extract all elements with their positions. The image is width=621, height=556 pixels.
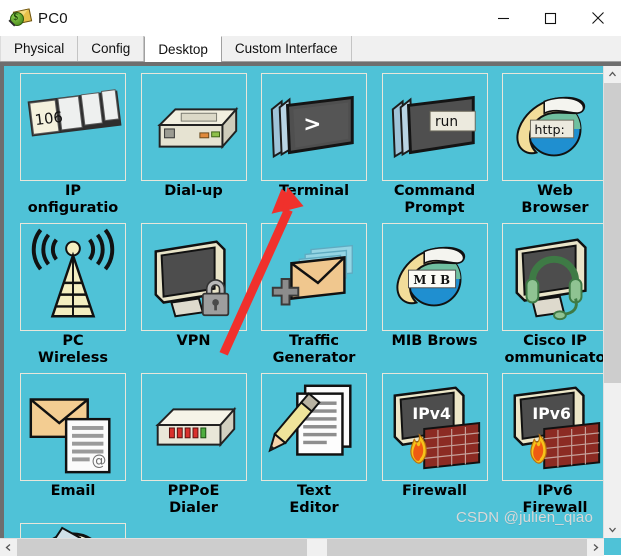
title-bar: PC0 — [0, 0, 621, 36]
tab-physical[interactable]: Physical — [0, 36, 79, 61]
scroll-right-arrow[interactable] — [587, 539, 604, 556]
traffic-generator-icon — [261, 223, 367, 331]
close-button[interactable] — [574, 0, 621, 36]
desktop-item-ipv6-firewall[interactable]: IPv6 IPv6 Firewall — [495, 370, 603, 520]
desktop-item-label: Firewall — [402, 483, 467, 499]
minimize-icon — [498, 17, 509, 19]
command-prompt-badge: run — [435, 114, 458, 130]
desktop-icon-grid: 106 IP onfiguratio Dial-up > Terminal ru… — [4, 66, 603, 538]
email-icon: @ — [20, 373, 126, 481]
ipv6-firewall-version-badge: IPv6 — [532, 404, 571, 423]
desktop-item-label: Web Browser — [521, 183, 589, 216]
cisco-ip-communicator-icon — [502, 223, 603, 331]
scroll-down-arrow[interactable] — [604, 521, 621, 538]
desktop-item-dial-up[interactable]: Dial-up — [134, 70, 254, 220]
vpn-icon — [140, 223, 247, 331]
desktop-item-label: PC Wireless — [37, 333, 108, 366]
command-prompt-icon: run — [381, 73, 488, 181]
desktop-item-web-browser[interactable]: http: Web Browser — [495, 70, 603, 220]
horizontal-scrollbar[interactable] — [0, 538, 604, 556]
desktop-item-cisco-ip-communicator[interactable]: Cisco IP ommunicato — [495, 220, 603, 370]
desktop-item-vpn[interactable]: VPN — [134, 220, 254, 370]
desktop-item-ip-configuration[interactable]: 106 IP onfiguratio — [13, 70, 133, 220]
desktop-item-label: PPPoE Dialer — [167, 483, 220, 516]
horizontal-scroll-thumb-right[interactable] — [327, 539, 587, 556]
desktop-item-label: Traffic Generator — [272, 333, 356, 366]
pppoe-dialer-icon — [140, 373, 247, 481]
pc-wireless-icon — [20, 223, 126, 331]
desktop-item-label: VPN — [176, 333, 211, 349]
email-at-badge: @ — [92, 452, 107, 469]
desktop-item-pppoe-dialer[interactable]: PPPoE Dialer — [134, 370, 254, 520]
firewall-version-badge: IPv4 — [412, 404, 451, 423]
web-browser-icon: http: — [502, 73, 603, 181]
tab-bar: Physical Config Desktop Custom Interface — [0, 36, 621, 62]
ip-configuration-badge: 106 — [34, 109, 64, 129]
desktop-item-label: Terminal — [278, 183, 350, 199]
desktop-item-label: Command Prompt — [393, 183, 476, 216]
maximize-button[interactable] — [527, 0, 574, 36]
ip-configuration-icon: 106 — [20, 73, 126, 181]
desktop-item-text-editor[interactable]: Text Editor — [254, 370, 374, 520]
desktop-item-label: Text Editor — [289, 483, 339, 516]
desktop-item-label: Email — [50, 483, 96, 499]
text-editor-icon — [261, 373, 367, 481]
ipv6-firewall-icon: IPv6 — [502, 373, 603, 481]
scroll-up-arrow[interactable] — [604, 66, 621, 83]
desktop-scroll-area: 106 IP onfiguratio Dial-up > Terminal ru… — [0, 62, 621, 538]
window-title: PC0 — [38, 9, 68, 27]
horizontal-scroll-track[interactable] — [17, 539, 587, 556]
tab-config-label: Config — [91, 41, 131, 56]
tab-config[interactable]: Config — [78, 36, 145, 61]
scroll-left-arrow[interactable] — [0, 539, 17, 556]
desktop-item-email[interactable]: @ Email — [13, 370, 133, 520]
desktop-item-label: IP onfiguratio — [27, 183, 119, 216]
packet-tracer-icon — [8, 7, 33, 29]
window-controls — [480, 0, 621, 36]
horizontal-scroll-thumb[interactable] — [17, 539, 307, 556]
vertical-scroll-thumb[interactable] — [604, 83, 621, 383]
web-browser-badge: http: — [534, 123, 564, 138]
desktop-icon-surface: 106 IP onfiguratio Dial-up > Terminal ru… — [4, 66, 603, 538]
tab-custom-interface-label: Custom Interface — [234, 41, 338, 56]
pc0-window: PC0 Physical Config Desktop Custom Inter… — [0, 0, 621, 556]
dial-up-icon — [140, 73, 247, 181]
desktop-item-traffic-generator[interactable]: Traffic Generator — [254, 220, 374, 370]
terminal-prompt-badge: > — [303, 112, 321, 137]
desktop-item-label: Dial-up — [164, 183, 223, 199]
firewall-icon: IPv4 — [381, 373, 488, 481]
vertical-scrollbar[interactable] — [603, 66, 621, 538]
tab-physical-label: Physical — [14, 41, 65, 56]
terminal-icon: > — [261, 73, 367, 181]
maximize-icon — [544, 12, 557, 24]
scrollbar-corner — [604, 538, 621, 555]
desktop-item-label: MIB Brows — [391, 333, 478, 349]
desktop-item-terminal[interactable]: > Terminal — [254, 70, 374, 220]
desktop-panel: 106 IP onfiguratio Dial-up > Terminal ru… — [0, 62, 621, 556]
tab-desktop[interactable]: Desktop — [144, 36, 222, 62]
mib-browser-icon: M I B — [381, 223, 488, 331]
desktop-item-label: Cisco IP ommunicato — [504, 333, 603, 366]
desktop-item-command-prompt[interactable]: run Command Prompt — [375, 70, 495, 220]
desktop-item-pc-wireless[interactable]: PC Wireless — [13, 220, 133, 370]
desktop-item-firewall[interactable]: IPv4 Firewall — [375, 370, 495, 520]
bottom-scroll-row — [0, 538, 621, 556]
watermark: CSDN @julien_qiao — [455, 509, 593, 526]
tab-custom-interface[interactable]: Custom Interface — [221, 36, 352, 61]
tab-desktop-label: Desktop — [158, 42, 208, 57]
vertical-scroll-track[interactable] — [604, 83, 621, 521]
pie-chart-icon — [20, 523, 126, 538]
minimize-button[interactable] — [480, 0, 527, 36]
mib-browser-badge: M I B — [413, 273, 450, 287]
desktop-item-mib-browser[interactable]: M I B MIB Brows — [375, 220, 495, 370]
desktop-item-pie-chart[interactable] — [13, 520, 133, 538]
close-icon — [591, 12, 604, 24]
